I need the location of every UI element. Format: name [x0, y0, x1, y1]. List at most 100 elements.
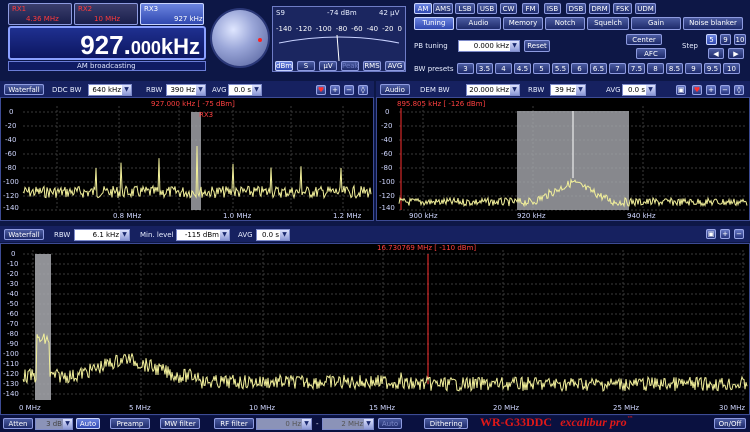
bw-preset-4-5[interactable]: 4.5: [514, 63, 531, 74]
tab-memory[interactable]: Memory: [503, 17, 543, 30]
bw-preset-6-5[interactable]: 6.5: [590, 63, 607, 74]
chevron-down-icon: ▼: [196, 85, 205, 95]
rf-filter-to[interactable]: 2 MHz ▼: [322, 418, 374, 430]
mode-am[interactable]: AM: [414, 3, 432, 14]
bw-preset-5[interactable]: 5: [533, 63, 550, 74]
mode-ams[interactable]: AMS: [433, 3, 453, 14]
bw-preset-3-5[interactable]: 3.5: [476, 63, 493, 74]
step-right-arrow-icon[interactable]: ▶: [728, 48, 744, 59]
bw-preset-8[interactable]: 8: [647, 63, 664, 74]
ddc-spectrum[interactable]: 927.000 kHz [ -75 dBm] RX3 0 -20 -40 -60…: [0, 97, 374, 221]
mode-isb[interactable]: ISB: [544, 3, 561, 14]
bw-preset-6[interactable]: 6: [571, 63, 588, 74]
mode-drm[interactable]: DRM: [589, 3, 610, 14]
wide-ytick-9: -90: [7, 340, 19, 348]
dem-avg-select[interactable]: 0.0 s ▼: [622, 84, 656, 96]
dem-rbw-select[interactable]: 39 Hz ▼: [550, 84, 586, 96]
smeter-rms-button[interactable]: RMS: [363, 61, 381, 71]
wide-spectrum[interactable]: 16.730769 MHz [ -110 dBm] 0 -10 -20 -30 …: [0, 243, 750, 415]
bw-preset-8-5[interactable]: 8.5: [666, 63, 683, 74]
rf-filter-button[interactable]: RF filter: [214, 418, 254, 429]
wide-rbw-select[interactable]: 6.1 kHz ▼: [74, 229, 130, 241]
frequency-display[interactable]: 927.000kHz: [8, 26, 206, 60]
dem-ytick-2: -40: [381, 136, 393, 144]
rf-auto-button[interactable]: Auto: [378, 418, 402, 429]
min-level-select[interactable]: -115 dBm ▼: [176, 229, 230, 241]
mode-fm[interactable]: FM: [522, 3, 539, 14]
zoom-fit-icon[interactable]: ◊: [358, 85, 368, 95]
bw-preset-10[interactable]: 10: [723, 63, 740, 74]
dem-bw-select[interactable]: 20.000 kHz ▼: [466, 84, 520, 96]
rx3-button[interactable]: RX3 927 kHz: [140, 3, 204, 25]
dem-spectrum[interactable]: 895.805 kHz [ -126 dBm] 0 -20 -40 -60 -8…: [376, 97, 750, 221]
tab-audio[interactable]: Audio: [456, 17, 501, 30]
power-onoff-button[interactable]: On/Off: [714, 418, 746, 429]
rf-filter-from[interactable]: 0 Hz ▼: [256, 418, 312, 430]
heart-marker-icon[interactable]: ♥: [316, 85, 326, 95]
step-9-button[interactable]: 9: [720, 34, 731, 45]
atten-button[interactable]: Atten: [3, 418, 33, 429]
tab-notch[interactable]: Notch: [545, 17, 585, 30]
zoom-out-icon[interactable]: −: [720, 85, 730, 95]
bw-preset-5-5[interactable]: 5.5: [552, 63, 569, 74]
smeter-avg-button[interactable]: AVG: [385, 61, 405, 71]
bw-preset-4[interactable]: 4: [495, 63, 512, 74]
zoom-in-icon[interactable]: +: [706, 85, 716, 95]
ddc-bw-select[interactable]: 640 kHz ▼: [88, 84, 132, 96]
lock-icon[interactable]: ▣: [676, 85, 686, 95]
dithering-button[interactable]: Dithering: [424, 418, 468, 429]
tab-tuning[interactable]: Tuning: [414, 17, 454, 30]
pb-tuning-select[interactable]: 0.000 kHz ▼: [458, 40, 520, 52]
zoom-out-icon[interactable]: −: [344, 85, 354, 95]
step-left-arrow-icon[interactable]: ◀: [708, 48, 724, 59]
zoom-fit-icon[interactable]: ◊: [734, 85, 744, 95]
mode-cw[interactable]: CW: [500, 3, 517, 14]
reset-button[interactable]: Reset: [524, 40, 550, 52]
rx1-button[interactable]: RX1 4.36 MHz: [8, 3, 72, 25]
tab-noise-blanker[interactable]: Noise blanker: [683, 17, 743, 30]
heart-marker-icon[interactable]: ♥: [692, 85, 702, 95]
mode-fsk[interactable]: FSK: [613, 3, 632, 14]
mw-filter-button[interactable]: MW filter: [160, 418, 200, 429]
bw-preset-7-5[interactable]: 7.5: [628, 63, 645, 74]
smeter-uv-button[interactable]: µV: [319, 61, 337, 71]
afc-button[interactable]: AFC: [636, 48, 666, 59]
ddc-rbw-select[interactable]: 390 Hz ▼: [166, 84, 206, 96]
dem-audio-button[interactable]: Audio: [380, 84, 410, 95]
mode-usb[interactable]: USB: [477, 3, 497, 14]
atten-value: 3 dB: [46, 420, 62, 428]
tuning-knob[interactable]: [212, 10, 268, 66]
zoom-in-icon[interactable]: +: [720, 229, 730, 239]
bw-preset-9[interactable]: 9: [685, 63, 702, 74]
center-button[interactable]: Center: [626, 34, 662, 45]
zoom-out-icon[interactable]: −: [734, 229, 744, 239]
mode-udm[interactable]: UDM: [635, 3, 656, 14]
rx2-button[interactable]: RX2 10 MHz: [74, 3, 138, 25]
smeter-peak-button[interactable]: Peak: [341, 61, 359, 71]
dem-ytick-7: -140: [379, 204, 395, 212]
atten-auto-button[interactable]: Auto: [76, 418, 100, 429]
smeter-dbm-button[interactable]: dBm: [275, 61, 293, 71]
mode-lsb[interactable]: LSB: [455, 3, 475, 14]
tab-gain[interactable]: Gain: [631, 17, 681, 30]
rx2-label: RX2: [78, 5, 93, 13]
step-10-button[interactable]: 10: [734, 34, 746, 45]
atten-select[interactable]: 3 dB ▼: [35, 418, 73, 430]
step-5-button[interactable]: 5: [706, 34, 717, 45]
preamp-button[interactable]: Preamp: [110, 418, 150, 429]
bw-preset-3[interactable]: 3: [457, 63, 474, 74]
ddc-waterfall-button[interactable]: Waterfall: [4, 84, 44, 95]
wide-avg-select[interactable]: 0.0 s ▼: [256, 229, 290, 241]
save-icon[interactable]: ▣: [706, 229, 716, 239]
bw-preset-9-5[interactable]: 9.5: [704, 63, 721, 74]
knob-indicator-icon: [258, 38, 262, 42]
mode-dsb[interactable]: DSB: [566, 3, 586, 14]
wide-waterfall-button[interactable]: Waterfall: [4, 229, 44, 240]
ddc-avg-select[interactable]: 0.0 s ▼: [228, 84, 262, 96]
zoom-in-icon[interactable]: +: [330, 85, 340, 95]
ddc-ytick-5: -100: [3, 178, 19, 186]
tab-squelch[interactable]: Squelch: [587, 17, 629, 30]
bw-preset-7[interactable]: 7: [609, 63, 626, 74]
wide-ytick-7: -70: [7, 320, 19, 328]
smeter-s-button[interactable]: S: [297, 61, 315, 71]
